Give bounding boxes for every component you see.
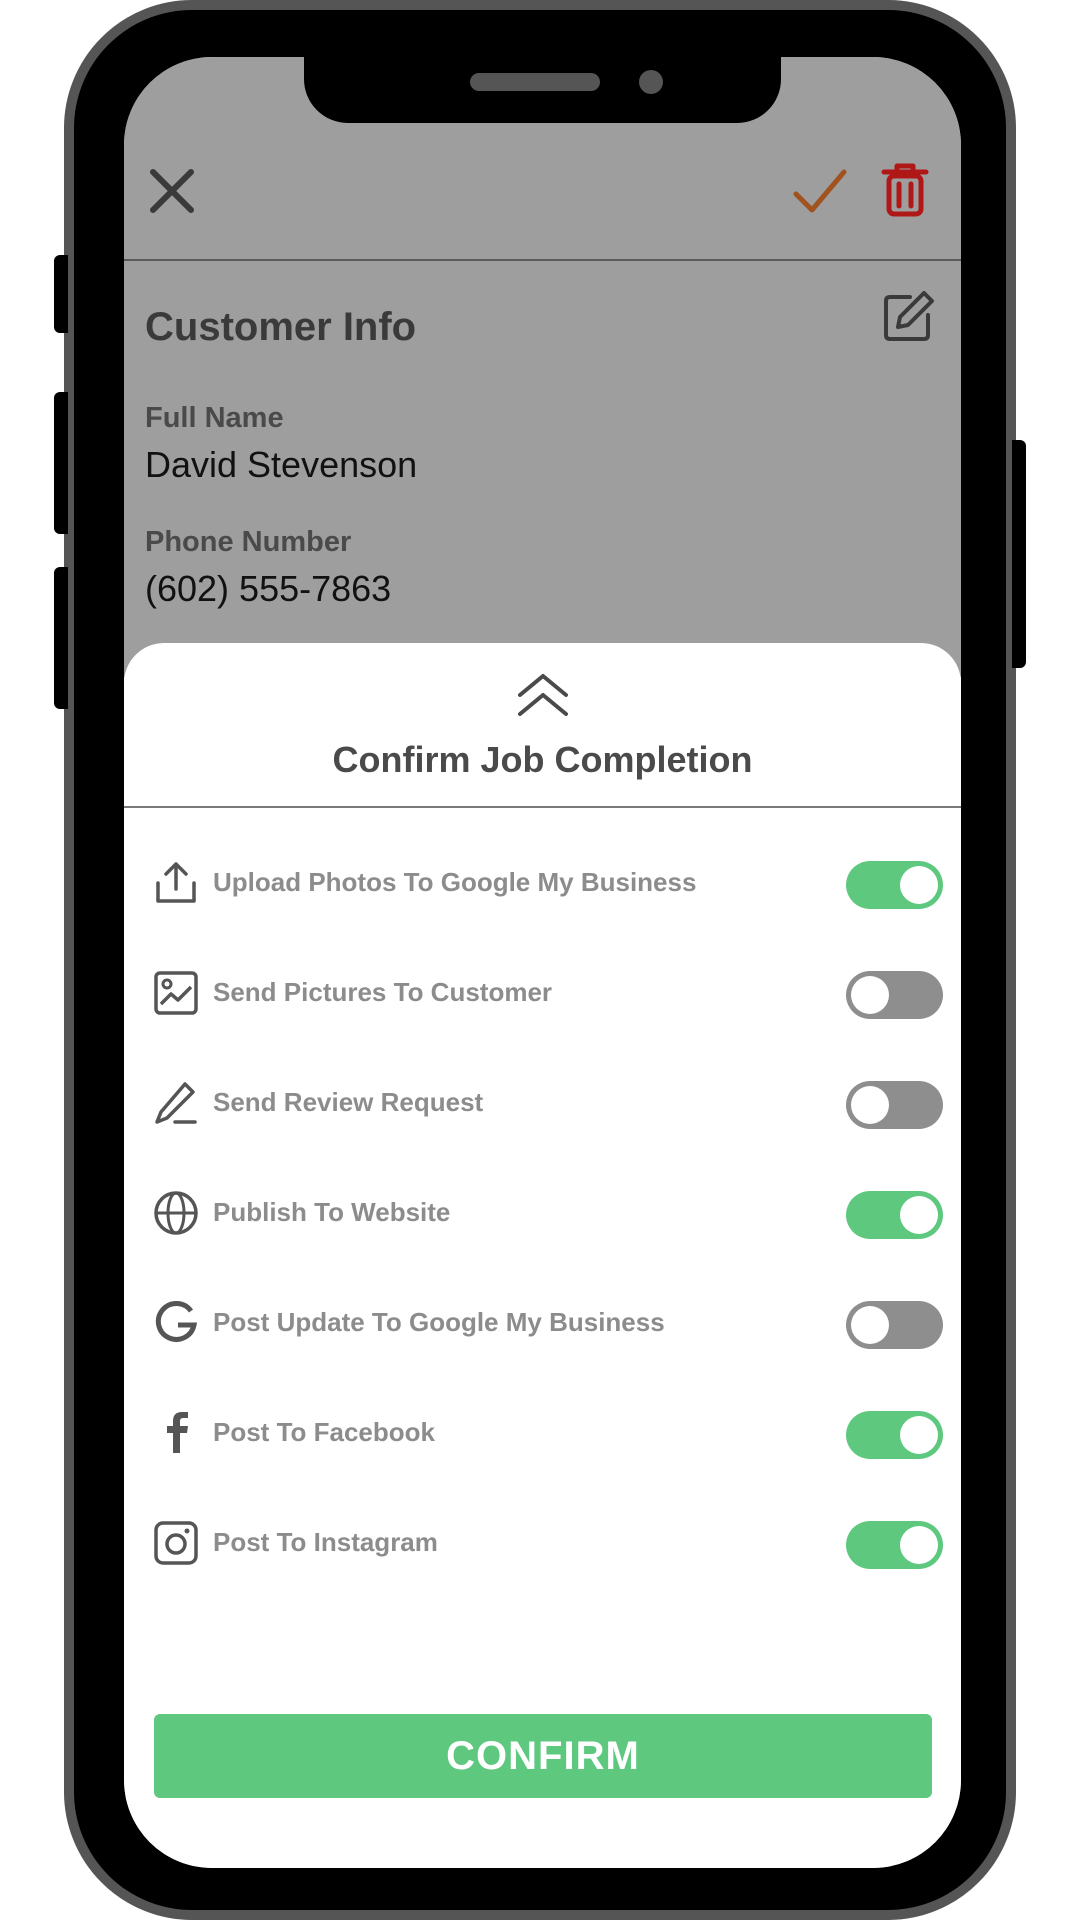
customer-info-title: Customer Info — [145, 305, 417, 349]
trash-icon — [881, 163, 929, 217]
option-label: Post To Instagram — [213, 1527, 438, 1557]
option-post-update-gmb: Post Update To Google My Business — [124, 1293, 961, 1353]
toggle-knob — [900, 866, 938, 904]
globe-icon — [152, 1189, 200, 1237]
option-label: Post To Facebook — [213, 1417, 435, 1447]
post-instagram-toggle[interactable] — [846, 1521, 943, 1569]
post-update-gmb-toggle[interactable] — [846, 1301, 943, 1349]
toggle-knob — [851, 1306, 889, 1344]
option-send-review-request: Send Review Request — [124, 1073, 961, 1133]
phone-screen: Customer Info Full Name David Stevenson … — [124, 57, 961, 1868]
sheet-title: Confirm Job Completion — [332, 739, 753, 780]
full-name-label: Full Name — [145, 402, 284, 434]
option-send-pictures: Send Pictures To Customer — [124, 963, 961, 1023]
edit-customer-button[interactable] — [880, 289, 936, 345]
notch — [304, 57, 781, 123]
toggle-knob — [900, 1416, 938, 1454]
toggle-knob — [851, 976, 889, 1014]
volume-up-button — [54, 392, 68, 534]
mute-switch — [54, 255, 68, 333]
confirm-check-button[interactable] — [792, 165, 848, 217]
confirm-job-completion-sheet: Confirm Job Completion Upload Photos To … — [124, 643, 961, 1868]
sheet-divider — [124, 806, 961, 808]
instagram-icon — [152, 1519, 200, 1567]
option-post-instagram: Post To Instagram — [124, 1513, 961, 1573]
delete-button[interactable] — [880, 161, 930, 219]
upload-photos-gmb-toggle[interactable] — [846, 861, 943, 909]
toggle-knob — [900, 1526, 938, 1564]
option-label: Post Update To Google My Business — [213, 1307, 665, 1337]
phone-number-label: Phone Number — [145, 526, 352, 558]
send-review-request-toggle[interactable] — [846, 1081, 943, 1129]
pen-icon — [152, 1079, 200, 1127]
double-chevron-up-icon — [518, 674, 568, 716]
option-upload-photos-gmb: Upload Photos To Google My Business — [124, 853, 961, 913]
upload-icon — [152, 859, 200, 907]
option-post-facebook: Post To Facebook — [124, 1403, 961, 1463]
option-label: Send Pictures To Customer — [213, 977, 553, 1007]
close-icon — [150, 169, 194, 213]
full-name-value: David Stevenson — [145, 444, 418, 485]
toggle-knob — [900, 1196, 938, 1234]
google-icon — [152, 1299, 200, 1347]
power-button — [1012, 440, 1026, 668]
option-label: Send Review Request — [213, 1087, 484, 1117]
close-button[interactable] — [146, 165, 198, 217]
publish-website-toggle[interactable] — [846, 1191, 943, 1239]
facebook-icon — [152, 1409, 200, 1457]
confirm-button[interactable]: CONFIRM — [154, 1714, 932, 1798]
toggle-knob — [851, 1086, 889, 1124]
volume-down-button — [54, 567, 68, 709]
checkmark-icon — [793, 169, 847, 213]
speaker-grille — [470, 73, 600, 91]
image-icon — [152, 969, 200, 1017]
option-label: Upload Photos To Google My Business — [213, 867, 697, 897]
post-facebook-toggle[interactable] — [846, 1411, 943, 1459]
option-label: Publish To Website — [213, 1197, 451, 1227]
phone-number-value: (602) 555-7863 — [145, 568, 392, 609]
option-publish-website: Publish To Website — [124, 1183, 961, 1243]
job-details-screen: Customer Info Full Name David Stevenson … — [124, 57, 961, 677]
send-pictures-toggle[interactable] — [846, 971, 943, 1019]
edit-icon — [884, 291, 934, 341]
front-camera — [639, 70, 663, 94]
sheet-collapse-handle[interactable] — [517, 673, 569, 717]
